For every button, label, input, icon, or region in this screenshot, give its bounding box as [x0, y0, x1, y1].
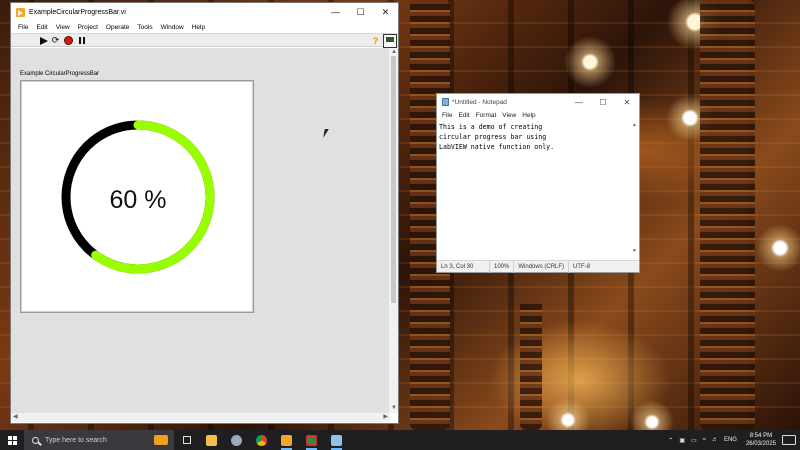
menu-edit[interactable]: Edit: [32, 24, 51, 31]
context-help-icon[interactable]: ?: [371, 36, 380, 46]
wallpaper-pillar: [520, 300, 542, 430]
notepad-scroll-up-icon[interactable]: ▲: [632, 121, 637, 130]
taskbar: Type here to search ⌃ ▣ ▭ ≈ ♬ ENG 8:54 P…: [0, 430, 800, 450]
menu-operate[interactable]: Operate: [102, 24, 134, 31]
labview-toolbar: ⟳ ?: [11, 33, 398, 48]
search-placeholder: Type here to search: [45, 436, 107, 444]
notepad-menu-format[interactable]: Format: [473, 112, 500, 119]
notepad-menu-help[interactable]: Help: [519, 112, 538, 119]
language-indicator[interactable]: ENG: [721, 437, 740, 443]
battery-icon[interactable]: ▭: [688, 437, 700, 444]
notepad-window-title: *Untitled - Notepad: [452, 98, 507, 106]
task-view-button[interactable]: [174, 430, 199, 450]
menu-view[interactable]: View: [52, 24, 74, 31]
start-button[interactable]: [0, 430, 24, 450]
labview-icon: [281, 434, 292, 446]
search-icon: [32, 436, 39, 444]
labview-titlebar[interactable]: ExampleCircularProgressBar.vi — ☐ ✕: [11, 3, 398, 21]
windows-logo-icon: [7, 435, 17, 445]
wallpaper-pillar: [700, 0, 755, 430]
encoding: UTF-8: [568, 260, 594, 273]
menu-project[interactable]: Project: [74, 24, 102, 31]
labview-window: ExampleCircularProgressBar.vi — ☐ ✕ File…: [10, 2, 399, 424]
notepad-text-area[interactable]: This is a demo of creating circular prog…: [439, 122, 631, 252]
run-icon[interactable]: [39, 36, 48, 45]
pause-icon[interactable]: [77, 36, 86, 45]
menu-tools[interactable]: Tools: [133, 24, 156, 31]
labview-menubar: File Edit View Project Operate Tools Win…: [11, 21, 398, 33]
labview-project-icon: [306, 434, 317, 446]
chevron-up-icon[interactable]: ⌃: [665, 437, 676, 444]
clock-date: 26/03/2025: [745, 441, 776, 447]
run-continuously-icon[interactable]: ⟳: [51, 36, 60, 45]
taskbar-search-box[interactable]: Type here to search: [24, 430, 174, 450]
progress-value-text: 60 %: [110, 186, 167, 214]
folder-icon: [206, 434, 217, 446]
circular-progress-control: 60 %: [20, 80, 254, 313]
wifi-icon[interactable]: ≈: [700, 437, 709, 443]
control-label: Example CircularProgressBar: [20, 71, 100, 77]
notepad-menu-file[interactable]: File: [439, 112, 455, 119]
vi-icon[interactable]: [383, 34, 397, 48]
task-view-icon: [182, 436, 191, 444]
search-highlight-icon[interactable]: [154, 435, 168, 445]
labview-window-title: ExampleCircularProgressBar.vi: [29, 8, 126, 16]
taskbar-labview[interactable]: [274, 430, 299, 450]
labview-horizontal-scrollbar[interactable]: ◀ ▶: [11, 413, 390, 422]
taskbar-connect-app[interactable]: [224, 430, 249, 450]
labview-app-icon: [16, 7, 25, 17]
notepad-vertical-scrollbar[interactable]: ▲ ▼: [632, 121, 638, 256]
scroll-down-icon[interactable]: ▼: [391, 404, 397, 413]
scroll-thumb[interactable]: [391, 56, 396, 303]
taskbar-file-explorer[interactable]: [199, 430, 224, 450]
cursor-position: Ln 3, Col 30: [441, 263, 474, 270]
clock-time: 8:54 PM: [749, 433, 773, 439]
system-tray: ⌃ ▣ ▭ ≈ ♬ ENG 8:54 PM 26/03/2025: [665, 430, 800, 450]
maximize-button[interactable]: ☐: [348, 3, 373, 21]
menu-window[interactable]: Window: [157, 24, 188, 31]
notepad-minimize-button[interactable]: —: [567, 94, 591, 110]
notepad-close-button[interactable]: ✕: [615, 94, 639, 110]
scroll-left-icon[interactable]: ◀: [13, 413, 18, 422]
connect-icon: [231, 434, 242, 446]
front-panel: Example CircularProgressBar 60 %: [11, 48, 390, 413]
notepad-menu-edit[interactable]: Edit: [455, 112, 472, 119]
labview-vertical-scrollbar[interactable]: ▲ ▼: [389, 48, 398, 413]
zoom-level: 100%: [489, 260, 513, 273]
taskbar-clock[interactable]: 8:54 PM 26/03/2025: [740, 432, 782, 448]
scroll-right-icon[interactable]: ▶: [383, 413, 388, 422]
notepad-maximize-button[interactable]: ☐: [591, 94, 615, 110]
notepad-icon: [331, 434, 342, 446]
chrome-icon: [256, 434, 267, 446]
taskbar-labview-project[interactable]: [299, 430, 324, 450]
network-icon[interactable]: ▣: [676, 437, 688, 444]
abort-execution-icon[interactable]: [64, 36, 73, 45]
minimize-button[interactable]: —: [323, 3, 348, 21]
close-button[interactable]: ✕: [373, 3, 398, 21]
volume-icon[interactable]: ♬: [709, 437, 721, 443]
line-ending: Windows (CRLF): [513, 260, 568, 273]
notification-icon[interactable]: [782, 435, 796, 445]
menu-help[interactable]: Help: [188, 24, 209, 31]
notepad-menu-view[interactable]: View: [499, 112, 519, 119]
notepad-window: *Untitled - Notepad — ☐ ✕ File Edit Form…: [436, 93, 640, 273]
notepad-statusbar: Ln 3, Col 30 100% Windows (CRLF) UTF-8: [437, 260, 639, 273]
notepad-app-icon: [442, 98, 449, 106]
menu-file[interactable]: File: [14, 24, 32, 31]
notepad-menubar: File Edit Format View Help: [437, 110, 639, 121]
circular-progress-ring: 60 %: [61, 120, 215, 274]
notepad-scroll-down-icon[interactable]: ▼: [632, 247, 637, 256]
taskbar-chrome[interactable]: [249, 430, 274, 450]
taskbar-notepad[interactable]: [324, 430, 349, 450]
notepad-titlebar[interactable]: *Untitled - Notepad — ☐ ✕: [437, 94, 639, 110]
